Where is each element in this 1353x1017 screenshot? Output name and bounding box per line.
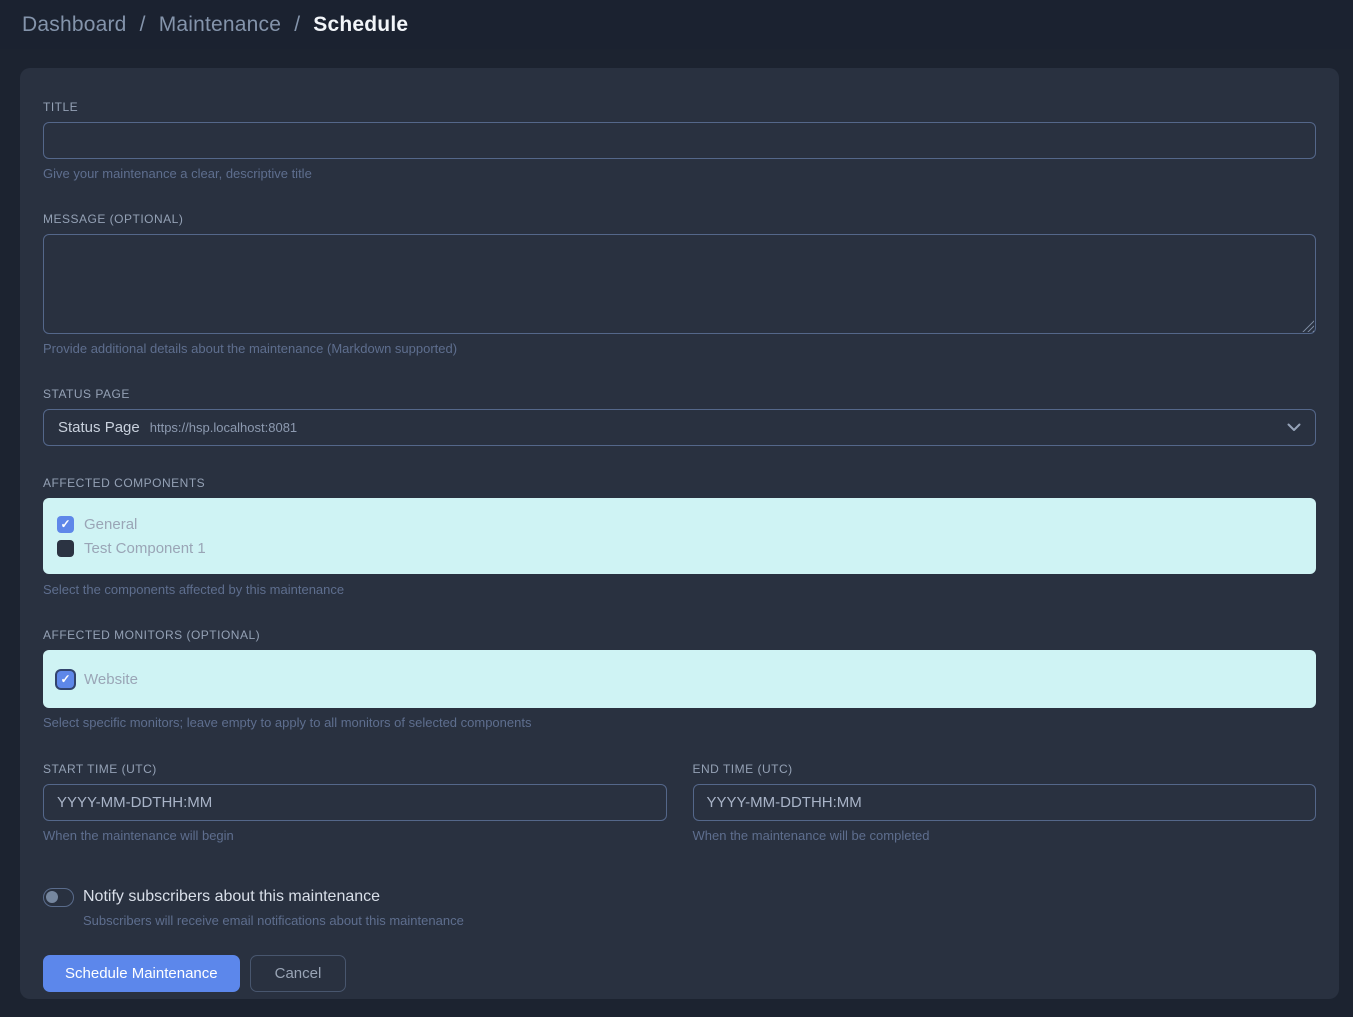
message-section: MESSAGE (OPTIONAL) Provide additional de… <box>43 212 1316 356</box>
affected-monitors-box: Website <box>43 650 1316 708</box>
breadcrumb-current-schedule: Schedule <box>313 13 408 36</box>
breadcrumb-separator: / <box>140 13 146 36</box>
notify-label: Notify subscribers about this maintenanc… <box>83 886 464 908</box>
start-time-helper: When the maintenance will begin <box>43 829 667 843</box>
notify-toggle[interactable] <box>43 888 74 907</box>
component-option-row[interactable]: Test Component 1 <box>57 536 1302 560</box>
status-page-selected-url: https://hsp.localhost:8081 <box>150 420 297 435</box>
message-label: MESSAGE (OPTIONAL) <box>43 212 1316 226</box>
end-time-input[interactable] <box>693 784 1317 821</box>
top-bar: Dashboard / Maintenance / Schedule <box>0 0 1353 49</box>
affected-monitors-label: AFFECTED MONITORS (OPTIONAL) <box>43 628 1316 642</box>
notify-text-block: Notify subscribers about this maintenanc… <box>83 886 464 928</box>
title-helper: Give your maintenance a clear, descripti… <box>43 167 1316 181</box>
affected-components-helper: Select the components affected by this m… <box>43 583 1316 597</box>
schedule-maintenance-form-card: TITLE Give your maintenance a clear, des… <box>20 68 1339 999</box>
time-row: START TIME (UTC) When the maintenance wi… <box>43 762 1316 843</box>
component-option-row[interactable]: General <box>57 512 1302 536</box>
action-buttons: Schedule Maintenance Cancel <box>43 955 1316 992</box>
affected-components-section: AFFECTED COMPONENTS General Test Compone… <box>43 476 1316 597</box>
message-textarea-wrap <box>43 234 1316 334</box>
affected-components-box: General Test Component 1 <box>43 498 1316 574</box>
monitor-option-label: Website <box>84 671 138 688</box>
status-page-label: STATUS PAGE <box>43 387 1316 401</box>
end-time-section: END TIME (UTC) When the maintenance will… <box>693 762 1317 843</box>
message-helper: Provide additional details about the mai… <box>43 342 1316 356</box>
cancel-button[interactable]: Cancel <box>250 955 347 992</box>
end-time-label: END TIME (UTC) <box>693 762 1317 776</box>
checkbox-icon[interactable] <box>57 516 74 533</box>
title-section: TITLE Give your maintenance a clear, des… <box>43 100 1316 181</box>
affected-components-label: AFFECTED COMPONENTS <box>43 476 1316 490</box>
monitor-option-row[interactable]: Website <box>57 667 1302 691</box>
status-page-section: STATUS PAGE Status Page https://hsp.loca… <box>43 387 1316 446</box>
notify-helper: Subscribers will receive email notificat… <box>83 913 464 928</box>
title-label: TITLE <box>43 100 1316 114</box>
notify-section: Notify subscribers about this maintenanc… <box>43 886 1316 928</box>
affected-monitors-helper: Select specific monitors; leave empty to… <box>43 716 1316 730</box>
breadcrumb: Dashboard / Maintenance / Schedule <box>22 13 1331 37</box>
component-option-label: General <box>84 516 137 533</box>
checkbox-icon[interactable] <box>57 671 74 688</box>
start-time-section: START TIME (UTC) When the maintenance wi… <box>43 762 667 843</box>
affected-monitors-section: AFFECTED MONITORS (OPTIONAL) Website Sel… <box>43 628 1316 730</box>
breadcrumb-link-maintenance[interactable]: Maintenance <box>159 13 281 36</box>
message-textarea[interactable] <box>43 234 1316 334</box>
start-time-label: START TIME (UTC) <box>43 762 667 776</box>
status-page-select[interactable]: Status Page https://hsp.localhost:8081 <box>43 409 1316 446</box>
chevron-down-icon <box>1287 423 1301 432</box>
toggle-knob-icon <box>46 891 58 903</box>
component-option-label: Test Component 1 <box>84 540 206 557</box>
title-input[interactable] <box>43 122 1316 159</box>
schedule-maintenance-button[interactable]: Schedule Maintenance <box>43 955 240 992</box>
end-time-helper: When the maintenance will be completed <box>693 829 1317 843</box>
breadcrumb-link-dashboard[interactable]: Dashboard <box>22 13 127 36</box>
breadcrumb-separator: / <box>294 13 300 36</box>
checkbox-icon[interactable] <box>57 540 74 557</box>
status-page-selected-name: Status Page <box>58 419 140 436</box>
start-time-input[interactable] <box>43 784 667 821</box>
